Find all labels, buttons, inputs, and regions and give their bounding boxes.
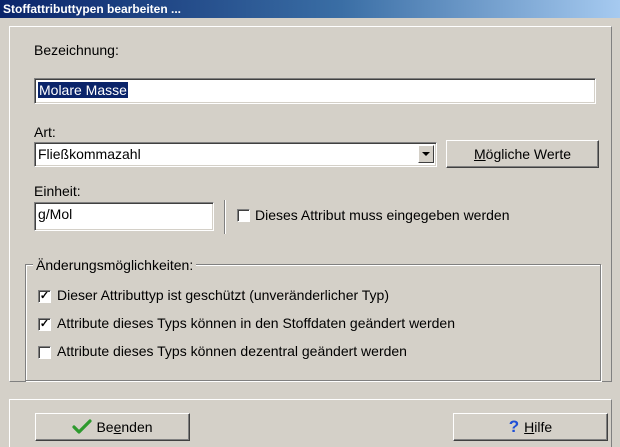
checkmark-icon: ✓ xyxy=(39,318,50,330)
moegliche-werte-label: ögliche Werte xyxy=(485,146,571,162)
hilfe-mnemonic: H xyxy=(524,419,535,435)
question-mark-icon: ? xyxy=(508,417,520,436)
chevron-down-icon xyxy=(422,152,430,156)
stoffdaten-aenderbar-label: Attribute dieses Typs können in den Stof… xyxy=(57,315,455,331)
title-bar: Stoffattributtypen bearbeiten ... xyxy=(0,0,620,18)
einheit-field[interactable]: g/Mol xyxy=(34,202,214,231)
dezentral-aenderbar-checkbox[interactable] xyxy=(38,346,51,359)
geschuetzt-checkbox[interactable]: ✓ xyxy=(38,290,51,303)
bezeichnung-field[interactable]: Molare Masse xyxy=(34,78,596,104)
art-label: Art: xyxy=(34,124,56,140)
einheit-value: g/Mol xyxy=(38,206,73,222)
dezentral-aenderbar-label: Attribute dieses Typs können dezentral g… xyxy=(57,343,407,359)
bezeichnung-value: Molare Masse xyxy=(38,82,128,98)
beenden-label-end: nden xyxy=(121,419,153,435)
muss-eingegeben-label: Dieses Attribut muss eingegeben werden xyxy=(255,207,510,223)
art-select[interactable]: Fließkommazahl xyxy=(34,142,437,167)
art-dropdown-button[interactable] xyxy=(418,145,434,163)
beenden-button[interactable]: Beenden xyxy=(35,413,190,441)
moegliche-werte-button[interactable]: Mögliche Werte xyxy=(446,140,599,168)
checkmark-icon xyxy=(72,419,93,434)
separator xyxy=(224,200,226,234)
hilfe-label-end: ilfe xyxy=(534,419,553,435)
stoffdaten-aenderbar-checkbox[interactable]: ✓ xyxy=(38,318,51,331)
art-value: Fließkommazahl xyxy=(38,146,141,162)
beenden-label-start: Be xyxy=(96,419,114,435)
group-title: Änderungsmöglichkeiten: xyxy=(33,257,197,273)
bezeichnung-label: Bezeichnung: xyxy=(34,42,119,58)
moegliche-werte-mnemonic: M xyxy=(473,146,486,162)
geschuetzt-label: Dieser Attributtyp ist geschützt (unverä… xyxy=(57,287,390,303)
window-title: Stoffattributtypen bearbeiten ... xyxy=(3,2,182,16)
einheit-label: Einheit: xyxy=(34,183,81,199)
hilfe-button[interactable]: ? Hilfe xyxy=(453,413,608,441)
muss-eingegeben-checkbox[interactable] xyxy=(237,209,250,222)
checkmark-icon: ✓ xyxy=(39,290,50,302)
